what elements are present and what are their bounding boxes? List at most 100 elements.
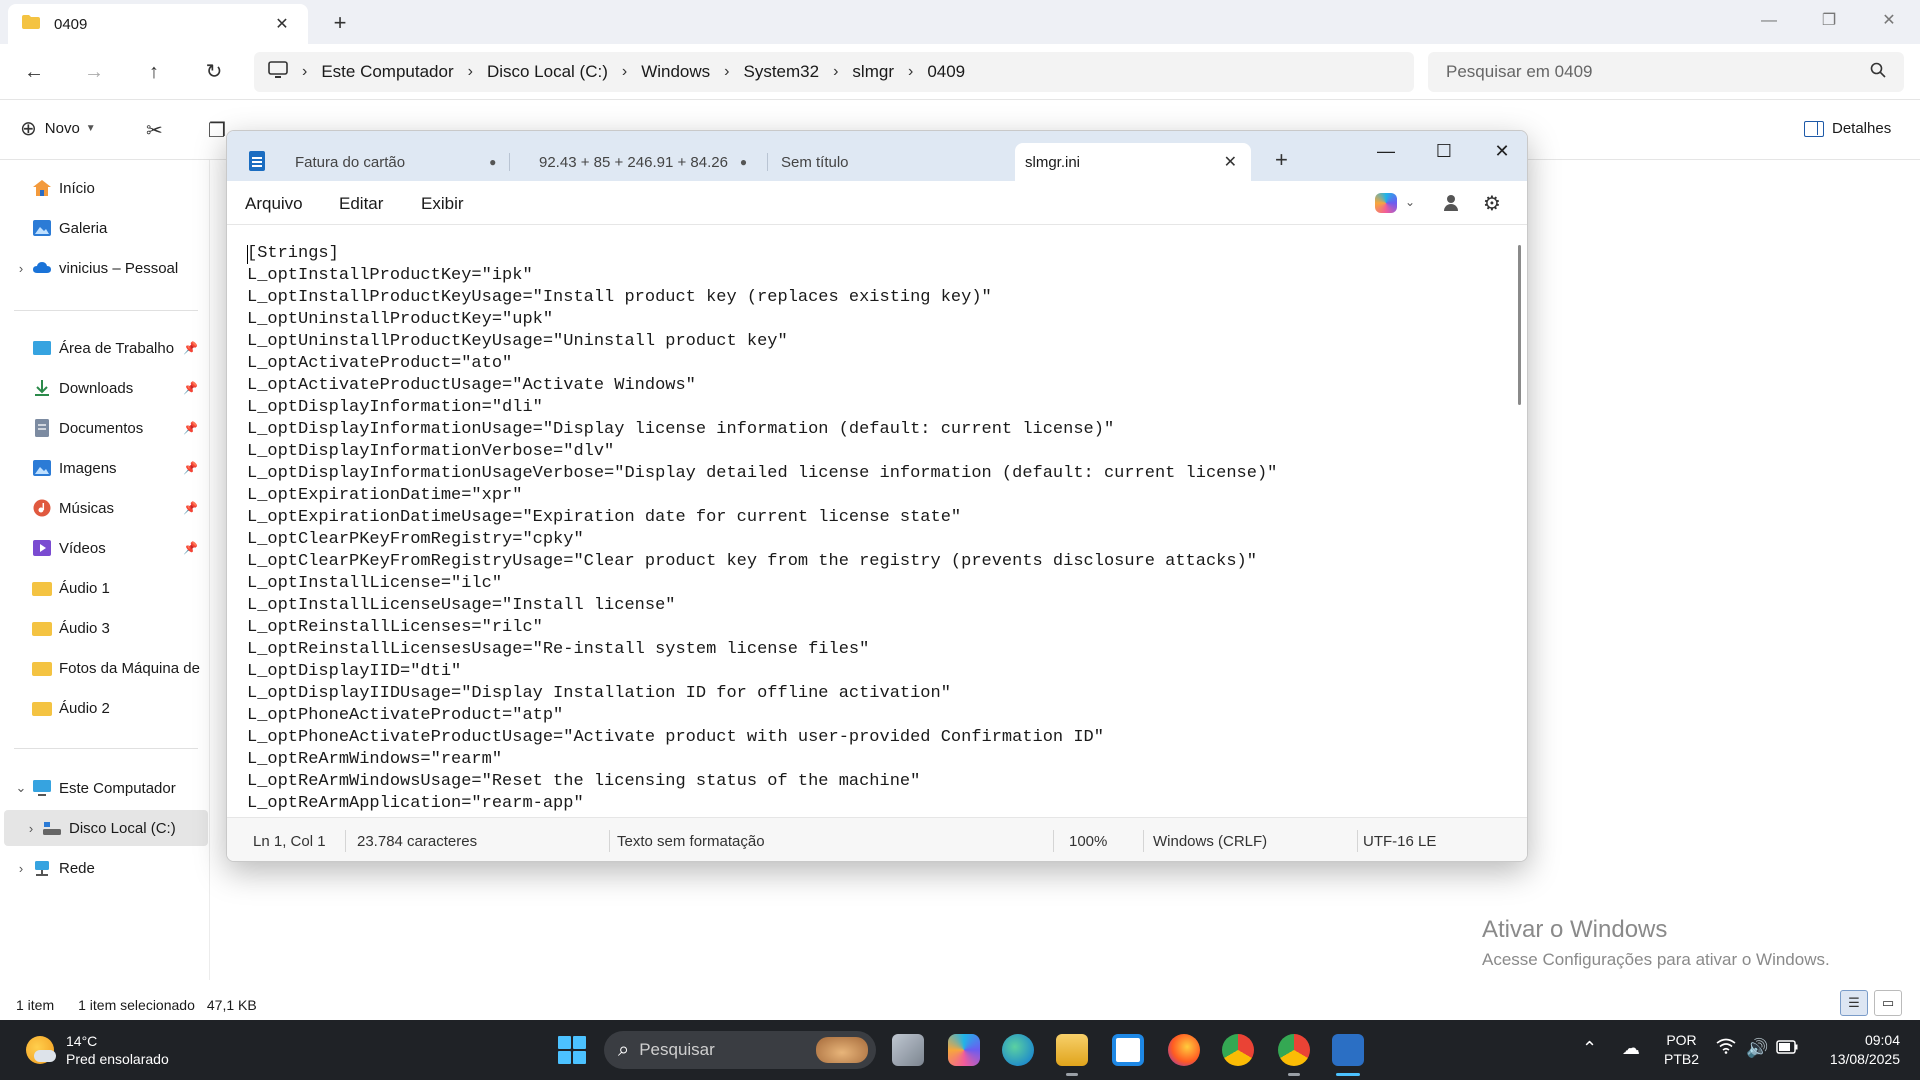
cut-icon[interactable]: ✂: [146, 118, 163, 143]
minimize-button[interactable]: —: [1359, 131, 1413, 171]
pin-icon[interactable]: 📌: [183, 461, 198, 475]
explorer-titlebar: 0409 ✕ + — ❐ ✕: [0, 0, 1920, 44]
encoding[interactable]: UTF-16 LE: [1363, 833, 1436, 850]
chevron-right-icon[interactable]: ›: [10, 861, 32, 876]
sidebar-item-audio-2[interactable]: Áudio 2: [0, 690, 208, 726]
new-tab-button[interactable]: +: [326, 10, 354, 36]
address-bar[interactable]: › Este Computador › Disco Local (C:) › W…: [254, 52, 1414, 92]
back-button[interactable]: ←: [18, 58, 50, 86]
line-ending[interactable]: Windows (CRLF): [1153, 833, 1267, 850]
volume-icon[interactable]: 🔊: [1746, 1038, 1768, 1059]
wifi-icon[interactable]: [1716, 1038, 1736, 1059]
close-icon[interactable]: ✕: [1224, 152, 1237, 172]
input-language[interactable]: POR PTB2: [1664, 1031, 1699, 1069]
copilot-icon[interactable]: [1375, 193, 1397, 213]
notepad-tab-slmgr[interactable]: slmgr.ini ✕: [1015, 143, 1251, 181]
onedrive-warning-icon[interactable]: ☁: [1622, 1038, 1640, 1059]
sidebar-item-label: Início: [59, 179, 95, 197]
breadcrumb-system32[interactable]: System32: [744, 62, 820, 82]
sidebar-item-fotos[interactable]: Fotos da Máquina de: [0, 650, 208, 686]
zoom-level[interactable]: 100%: [1069, 833, 1107, 850]
cloud-icon: [32, 259, 52, 277]
text-editor-area[interactable]: [Strings] L_optInstallProductKey="ipk" L…: [227, 225, 1527, 817]
close-icon[interactable]: ✕: [270, 14, 294, 34]
pin-icon[interactable]: 📌: [183, 421, 198, 435]
tab-label: slmgr.ini: [1025, 153, 1081, 171]
edge-browser-icon[interactable]: [1002, 1034, 1034, 1066]
notepad-tab-sem-titulo[interactable]: Sem título: [781, 143, 849, 181]
breadcrumb-0409[interactable]: 0409: [927, 62, 965, 82]
sidebar-item-musicas[interactable]: Músicas 📌: [0, 490, 208, 526]
details-button[interactable]: Detalhes: [1804, 120, 1891, 137]
menu-exibir[interactable]: Exibir: [421, 194, 464, 214]
new-button[interactable]: ⊕ Novo ▼: [20, 116, 96, 141]
pin-icon[interactable]: 📌: [183, 541, 198, 555]
sidebar-item-rede[interactable]: › Rede: [0, 850, 208, 886]
network-icon: [32, 859, 52, 877]
gear-icon[interactable]: ⚙: [1483, 191, 1501, 216]
sidebar-item-documentos[interactable]: Documentos 📌: [0, 410, 208, 446]
sidebar-item-audio-3[interactable]: Áudio 3: [0, 610, 208, 646]
taskbar-search[interactable]: ⌕ Pesquisar: [604, 1031, 876, 1069]
pin-icon[interactable]: 📌: [183, 381, 198, 395]
sidebar-item-audio-1[interactable]: Áudio 1: [0, 570, 208, 606]
restore-button[interactable]: ❐: [1806, 6, 1852, 36]
pin-icon[interactable]: 📌: [183, 341, 198, 355]
sidebar-item-area-de-trabalho[interactable]: Área de Trabalho 📌: [0, 330, 208, 366]
refresh-button[interactable]: ↻: [198, 58, 230, 86]
sidebar-item-onedrive[interactable]: › vinicius – Pessoal: [0, 250, 208, 286]
forward-button[interactable]: →: [78, 58, 110, 86]
vertical-scrollbar[interactable]: [1518, 245, 1521, 405]
chrome-profile-icon[interactable]: [1278, 1034, 1310, 1066]
chevron-down-icon: ▼: [85, 123, 96, 134]
minimize-button[interactable]: —: [1746, 6, 1792, 36]
copy-icon[interactable]: ❐: [208, 118, 226, 143]
tiles-view-icon[interactable]: ▭: [1874, 990, 1902, 1016]
close-button[interactable]: ✕: [1475, 131, 1527, 171]
account-icon[interactable]: [1443, 195, 1459, 211]
search-icon[interactable]: [1870, 62, 1886, 82]
sidebar-item-imagens[interactable]: Imagens 📌: [0, 450, 208, 486]
new-tab-button[interactable]: +: [1275, 147, 1288, 173]
file-explorer-icon[interactable]: [1056, 1034, 1088, 1066]
search-icon: ⌕: [618, 1038, 630, 1061]
chevron-right-icon[interactable]: ›: [20, 821, 42, 836]
menu-editar[interactable]: Editar: [339, 194, 383, 214]
chevron-up-icon[interactable]: ⌃: [1582, 1038, 1597, 1059]
breadcrumb-windows[interactable]: Windows: [641, 62, 710, 82]
breadcrumb-este-computador[interactable]: Este Computador: [321, 62, 453, 82]
up-button[interactable]: ↑: [138, 58, 170, 86]
breadcrumb-slmgr[interactable]: slmgr: [852, 62, 894, 82]
chevron-down-icon[interactable]: ⌄: [10, 780, 32, 796]
notepad-tab-fatura[interactable]: Fatura do cartão ●: [295, 143, 496, 181]
sidebar-item-galeria[interactable]: Galeria: [0, 210, 208, 246]
notepad-tab-soma[interactable]: 92.43 + 85 + 246.91 + 84.26 ●: [539, 143, 747, 181]
explorer-search-input[interactable]: [1446, 62, 1870, 82]
menu-arquivo[interactable]: Arquivo: [245, 194, 303, 214]
pin-icon[interactable]: 📌: [183, 501, 198, 515]
document-text[interactable]: [Strings] L_optInstallProductKey="ipk" L…: [247, 243, 1277, 815]
weather-widget[interactable]: 14°C Pred ensolarado: [26, 1032, 169, 1068]
sidebar-item-disco-local[interactable]: › Disco Local (C:): [4, 810, 208, 846]
microsoft-store-icon[interactable]: [1112, 1034, 1144, 1066]
chrome-icon[interactable]: [1222, 1034, 1254, 1066]
windows-start-icon[interactable]: [558, 1036, 586, 1064]
task-view-icon[interactable]: [892, 1034, 924, 1066]
system-clock[interactable]: 09:04 13/08/2025: [1820, 1031, 1900, 1069]
details-view-icon[interactable]: ☰: [1840, 990, 1868, 1016]
sidebar-item-este-computador[interactable]: ⌄ Este Computador: [0, 770, 208, 806]
copilot-icon[interactable]: [948, 1034, 980, 1066]
close-button[interactable]: ✕: [1866, 6, 1912, 36]
explorer-tab[interactable]: 0409 ✕: [8, 4, 308, 44]
chevron-down-icon[interactable]: ⌄: [1405, 195, 1415, 209]
battery-icon[interactable]: [1776, 1038, 1798, 1059]
maximize-button[interactable]: ☐: [1417, 131, 1471, 171]
breadcrumb-disco-local[interactable]: Disco Local (C:): [487, 62, 608, 82]
sidebar-item-inicio[interactable]: Início: [0, 170, 208, 206]
notepad-taskbar-icon[interactable]: [1332, 1034, 1364, 1066]
chevron-right-icon[interactable]: ›: [10, 261, 32, 276]
sidebar-item-videos[interactable]: Vídeos 📌: [0, 530, 208, 566]
sidebar-item-downloads[interactable]: Downloads 📌: [0, 370, 208, 406]
selection-status: 1 item selecionado: [78, 997, 195, 1013]
firefox-icon[interactable]: [1168, 1034, 1200, 1066]
